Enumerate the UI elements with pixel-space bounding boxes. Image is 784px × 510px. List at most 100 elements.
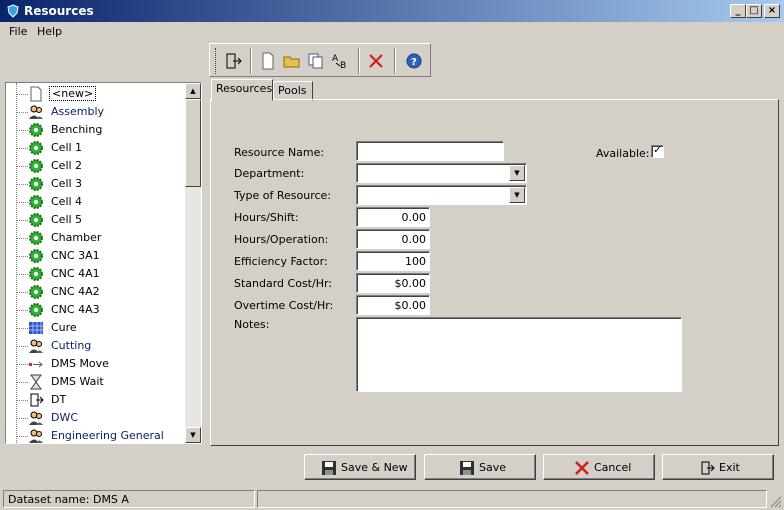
tree-item[interactable]: Cell 4 — [6, 193, 186, 211]
tree-item-label: DWC — [51, 411, 79, 424]
rename-icon[interactable]: A B — [330, 51, 350, 71]
tree-item[interactable]: Cell 2 — [6, 157, 186, 175]
tree-connector — [16, 328, 28, 329]
tree-item[interactable]: DMS Move — [6, 355, 186, 373]
available-label: Available: — [596, 147, 650, 160]
tree-item-label: CNC 4A3 — [51, 303, 100, 316]
delete-x-icon[interactable] — [366, 51, 386, 71]
menu-bar: File Help — [0, 22, 784, 42]
tree-item[interactable]: Cell 1 — [6, 139, 186, 157]
efficiency-factor-input[interactable]: 100 — [356, 251, 430, 271]
menu-help[interactable]: Help — [37, 25, 62, 38]
tree-item-label: Cell 4 — [51, 195, 83, 208]
tree-item[interactable]: <new> — [6, 85, 186, 103]
gear-icon — [29, 249, 43, 263]
tab-pools-label: Pools — [278, 84, 307, 97]
tree-item[interactable]: CNC 4A1 — [6, 265, 186, 283]
tree-connector — [16, 274, 28, 275]
tree-item-label: Cutting — [51, 339, 92, 352]
hours-operation-input[interactable]: 0.00 — [356, 229, 430, 249]
help-icon[interactable]: ? — [404, 51, 424, 71]
department-dropdown-button[interactable]: ▼ — [509, 165, 525, 181]
toolbar-separator — [358, 48, 360, 74]
tree-item-label: DMS Move — [51, 357, 109, 370]
standard-cost-input[interactable]: $0.00 — [356, 273, 430, 293]
department-select[interactable]: ▼ — [356, 163, 527, 183]
tree-item[interactable]: DMS Wait — [6, 373, 186, 391]
grid-icon — [29, 322, 43, 334]
tree-connector — [16, 364, 28, 365]
tree-item[interactable]: Cell 5 — [6, 211, 186, 229]
save-button[interactable]: Save — [424, 454, 536, 480]
tree-connector — [16, 400, 28, 401]
resize-grip-icon[interactable] — [768, 494, 782, 508]
tree-item[interactable]: Assembly — [6, 103, 186, 121]
toolbar-grip[interactable] — [215, 48, 217, 74]
gear-icon — [29, 159, 43, 173]
tree-item[interactable]: Cure — [6, 319, 186, 337]
notes-textarea[interactable] — [356, 317, 682, 392]
toolbar-separator — [250, 48, 252, 74]
scroll-thumb[interactable] — [185, 99, 201, 187]
exit-button[interactable]: Exit — [662, 454, 774, 480]
window-title: Resources — [24, 4, 94, 18]
tree-item-label: Engineering General — [51, 429, 164, 442]
department-label: Department: — [234, 167, 305, 180]
type-of-resource-select[interactable]: ▼ — [356, 185, 527, 205]
gear-icon — [29, 123, 43, 137]
people-icon — [29, 429, 43, 443]
overtime-cost-input[interactable]: $0.00 — [356, 295, 430, 315]
tree-item[interactable]: Benching — [6, 121, 186, 139]
notes-label: Notes: — [234, 318, 270, 331]
type-of-resource-dropdown-button[interactable]: ▼ — [509, 187, 525, 203]
tree-item[interactable]: DWC — [6, 409, 186, 427]
cancel-button[interactable]: Cancel — [543, 454, 655, 480]
move-arrow-icon — [29, 361, 43, 368]
exit-door-icon — [701, 461, 715, 475]
gear-icon — [29, 303, 43, 317]
menu-file[interactable]: File — [9, 25, 27, 38]
svg-text:A: A — [332, 54, 339, 64]
tree-item[interactable]: CNC 4A3 — [6, 301, 186, 319]
svg-text:B: B — [340, 61, 346, 71]
tree-connector — [16, 220, 28, 221]
save-and-new-button[interactable]: Save & New — [304, 454, 416, 480]
tree-connector — [16, 382, 28, 383]
exit-door-icon[interactable] — [223, 51, 243, 71]
tree-item[interactable]: Chamber — [6, 229, 186, 247]
tree-item[interactable]: CNC 3A1 — [6, 247, 186, 265]
copy-icon[interactable] — [306, 51, 326, 71]
scroll-up-button[interactable]: ▲ — [185, 83, 201, 99]
resource-name-label: Resource Name: — [234, 146, 325, 159]
tab-pools[interactable]: Pools — [273, 81, 313, 101]
toolbar: A B ? — [209, 43, 431, 77]
resource-tree[interactable]: <new> Assembly Benching Cell 1 Cell 2 Cell 3 C… — [5, 82, 202, 444]
save-label: Save — [479, 461, 507, 474]
close-button[interactable]: × — [764, 4, 780, 18]
tree-item[interactable]: CNC 4A2 — [6, 283, 186, 301]
door-exit-icon — [30, 393, 44, 407]
hours-shift-input[interactable]: 0.00 — [356, 207, 430, 227]
gear-icon — [29, 195, 43, 209]
hours-operation-label: Hours/Operation: — [234, 233, 329, 246]
dataset-name-status: Dataset name: DMS A — [3, 490, 255, 508]
tree-item[interactable]: Engineering General — [6, 427, 186, 443]
gear-icon — [29, 213, 43, 227]
open-folder-icon[interactable] — [282, 51, 302, 71]
tree-item[interactable]: Cell 3 — [6, 175, 186, 193]
available-checkbox[interactable]: ✓ — [651, 145, 664, 158]
scroll-down-button[interactable]: ▼ — [185, 427, 201, 443]
new-document-icon[interactable] — [258, 51, 278, 71]
tree-item[interactable]: Cutting — [6, 337, 186, 355]
floppy-disk-icon — [460, 461, 474, 475]
people-icon — [29, 339, 43, 353]
maximize-button[interactable]: □ — [746, 4, 762, 18]
tree-vertical-scrollbar[interactable]: ▲ ▼ — [185, 83, 201, 443]
svg-text:?: ? — [411, 57, 417, 68]
tab-resources[interactable]: Resources — [211, 79, 273, 101]
tree-connector — [16, 346, 28, 347]
tree-item-label: CNC 4A1 — [51, 267, 100, 280]
tree-item[interactable]: DT — [6, 391, 186, 409]
minimize-button[interactable]: _ — [730, 4, 746, 18]
resource-name-input[interactable] — [356, 141, 504, 161]
